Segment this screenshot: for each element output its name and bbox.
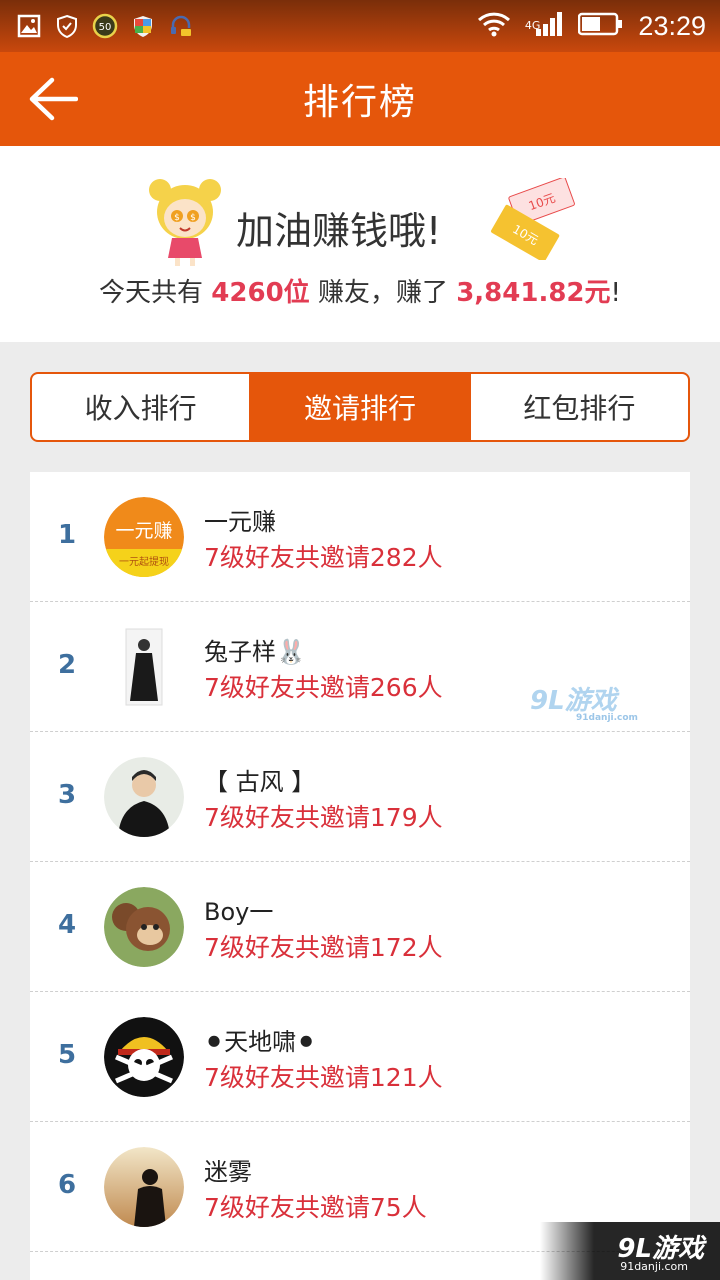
ranking-row[interactable]: 5 ⚫天地啸⚫ 7级好友共邀请121人 [30, 992, 690, 1122]
notification-icons: 50 [0, 13, 194, 39]
corner-watermark-url: 91danji.com [620, 1260, 688, 1273]
svg-text:$: $ [174, 213, 180, 223]
ranking-row[interactable]: 1 一元赚 一元起提现 一元赚 7级好友共邀请282人 [30, 472, 690, 602]
avatar-logo-subtext: 一元起提现 [119, 556, 169, 568]
money-bills-icon: 10元 10元 [486, 176, 578, 263]
member-count: 4260位 [211, 278, 310, 308]
summary-suffix: ! [610, 278, 621, 308]
battery-icon [578, 12, 624, 40]
ranking-list: 1 一元赚 一元起提现 一元赚 7级好友共邀请282人 2 兔子样🐰 7级好友共… [30, 472, 690, 1280]
back-button[interactable] [24, 70, 82, 128]
summary-middle: 赚友，赚了 [317, 278, 448, 308]
invite-count: 7级好友共邀请75人 [204, 1193, 427, 1222]
tab-red-packet-ranking[interactable]: 红包排行 [468, 374, 688, 440]
wifi-icon [477, 11, 511, 41]
system-status: 4G 23:29 [477, 11, 720, 42]
ranking-tabs: 收入排行 邀请排行 红包排行 [30, 372, 690, 442]
app-bar: 排行榜 [0, 52, 720, 146]
invite-count: 7级好友共邀请172人 [204, 933, 443, 962]
avatar [104, 1147, 184, 1227]
corner-watermark: 9L游戏 91danji.com [540, 1222, 720, 1280]
page-title: 排行榜 [302, 82, 417, 123]
clock: 23:29 [638, 10, 706, 41]
watermark-logo: 9L游戏 91danji.com [530, 680, 638, 723]
avatar-logo-text: 一元赚 [115, 520, 172, 542]
ranking-row[interactable]: 3 【 古风 】 7级好友共邀请179人 [30, 732, 690, 862]
battery-badge-text: 50 [99, 22, 112, 33]
user-name: 【 古风 】 [204, 768, 316, 796]
rank-number: 5 [57, 1040, 77, 1070]
invite-count: 7级好友共邀请266人 [204, 673, 443, 702]
tab-income-ranking[interactable]: 收入排行 [32, 374, 249, 440]
summary-banner: $ $ 加油赚钱哦! 10元 10元 今天共有 4260位 赚友，赚了 3,84… [0, 146, 720, 342]
rank-number: 6 [57, 1170, 77, 1200]
invite-count: 7级好友共邀请121人 [204, 1063, 443, 1092]
avatar [104, 757, 184, 837]
rank-number: 4 [57, 910, 77, 940]
security-badge-icon [130, 13, 156, 39]
summary-prefix: 今天共有 [99, 278, 204, 308]
user-name: ⚫天地啸⚫ [204, 1028, 317, 1056]
user-name: 兔子样🐰 [204, 638, 306, 666]
watermark-logo-text: 9L游戏 [530, 686, 617, 716]
image-icon [16, 13, 42, 39]
invite-count: 7级好友共邀请179人 [204, 803, 443, 832]
headset-icon [168, 13, 194, 39]
rank-number: 1 [57, 520, 77, 550]
banner-motto: 加油赚钱哦! [236, 209, 442, 253]
rank-number: 3 [57, 780, 77, 810]
user-name: 迷雾 [204, 1158, 252, 1186]
status-bar: 50 4G 23:29 [0, 0, 720, 52]
avatar [104, 1017, 184, 1097]
cartoon-girl-icon: $ $ [146, 178, 224, 266]
user-name: 一元赚 [204, 508, 276, 536]
battery-saver-icon: 50 [92, 13, 118, 39]
invite-count: 7级好友共邀请282人 [204, 543, 443, 572]
avatar [104, 627, 184, 707]
shield-icon [54, 13, 80, 39]
svg-text:$: $ [190, 213, 196, 223]
avatar [104, 887, 184, 967]
rank-number: 2 [57, 650, 77, 680]
back-arrow-icon [29, 77, 78, 121]
user-name: Boy一 [204, 898, 274, 926]
tab-invite-ranking[interactable]: 邀请排行 [249, 374, 469, 440]
avatar: 一元赚 一元起提现 [104, 497, 184, 577]
daily-summary: 今天共有 4260位 赚友，赚了 3,841.82元! [0, 272, 720, 309]
total-amount: 3,841.82元 [456, 278, 611, 308]
network-type: 4G [524, 19, 541, 32]
ranking-row[interactable]: 4 Boy一 7级好友共邀请172人 [30, 862, 690, 992]
watermark-url: 91danji.com [576, 713, 638, 723]
